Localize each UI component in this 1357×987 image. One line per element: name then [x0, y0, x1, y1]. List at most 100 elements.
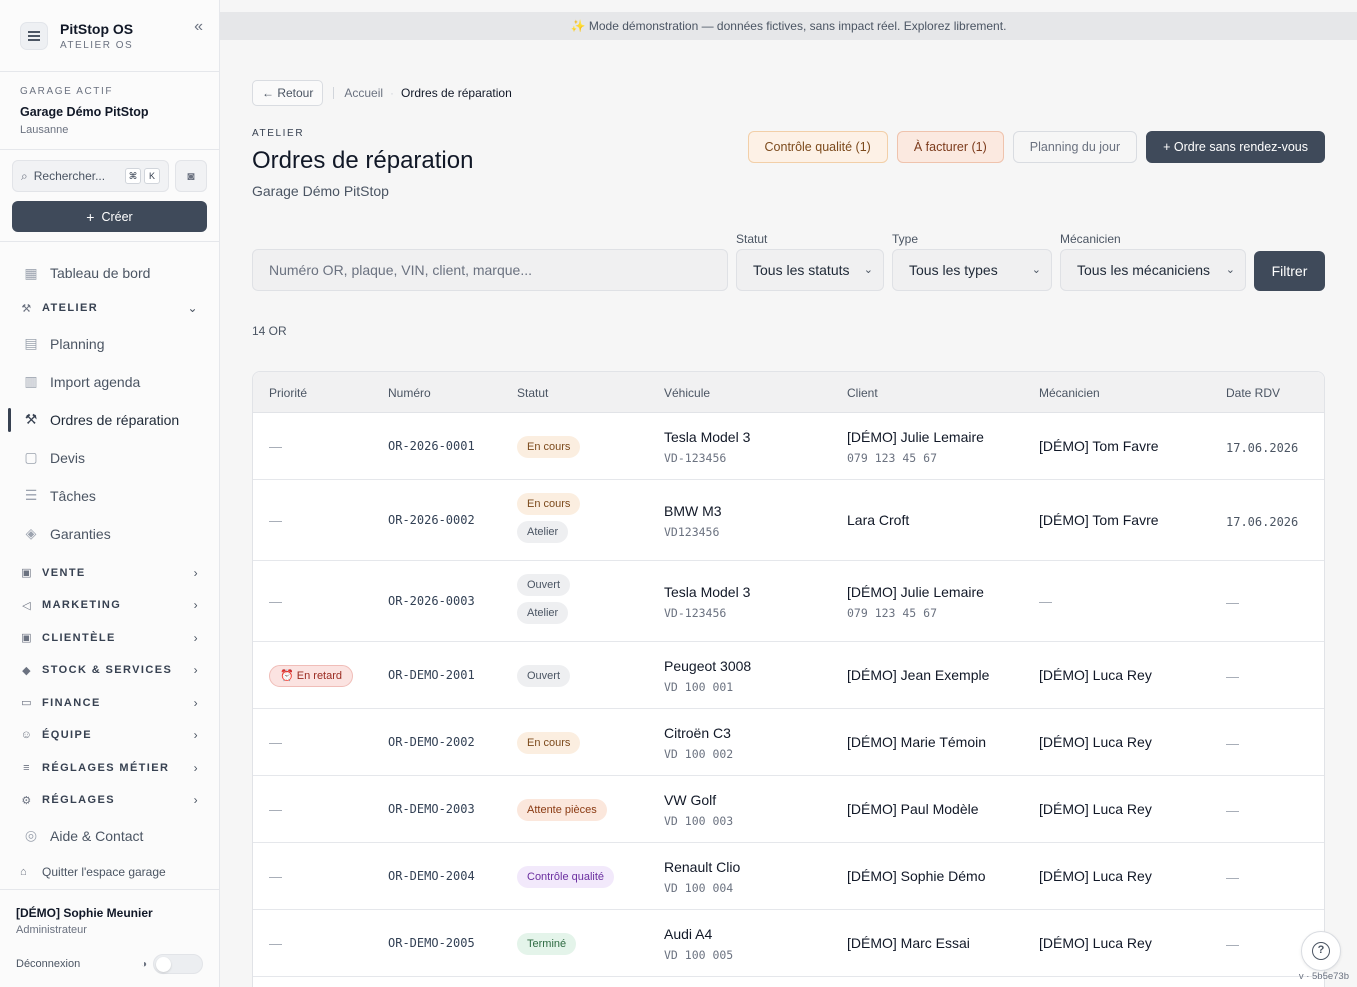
- column-header[interactable]: Véhicule: [664, 386, 710, 400]
- sidebar-item-import-agenda[interactable]: ▥ Import agenda: [0, 363, 219, 401]
- sidebar-item-label: Garanties: [50, 525, 111, 542]
- sidebar-section-reglages[interactable]: ⚙ RÉGLAGES ›: [0, 784, 219, 817]
- active-garage-label: GARAGE ACTIF: [20, 86, 114, 97]
- sidebar-item-help[interactable]: ◎ Aide & Contact: [0, 817, 219, 855]
- mechanic-filter-select[interactable]: Tous les mécaniciens ⌄: [1060, 249, 1246, 291]
- mechanic-name: —: [1039, 593, 1052, 609]
- order-number-link[interactable]: OR-2026-0002: [388, 513, 475, 527]
- quality-control-button[interactable]: Contrôle qualité (1): [747, 131, 888, 163]
- type-filter-select[interactable]: Tous les types ⌄: [892, 249, 1052, 291]
- sidebar-item-label: Ordres de réparation: [50, 411, 180, 428]
- column-header[interactable]: Client: [847, 386, 878, 400]
- status-badge: En cours: [517, 731, 581, 754]
- breadcrumb-home[interactable]: Accueil: [344, 86, 383, 100]
- order-number-link[interactable]: OR-DEMO-2003: [388, 802, 475, 816]
- create-button[interactable]: + Créer: [12, 201, 207, 232]
- banknote-icon: ▭: [21, 697, 33, 710]
- brand-name: PitStop OS: [60, 20, 134, 37]
- table-header: Priorité Numéro Statut Véhicule Client M…: [253, 372, 1324, 413]
- table-row[interactable]: — OR-DEMO-2002 En cours Citroën C3 VD 100 00…: [253, 709, 1324, 776]
- sidebar-section-vente[interactable]: ▣ VENTE ›: [0, 557, 219, 590]
- breadcrumb: ← Retour Accueil · Ordres de réparation: [252, 80, 512, 106]
- order-number-link[interactable]: OR-DEMO-2004: [388, 869, 475, 883]
- column-header[interactable]: Mécanicien: [1039, 386, 1100, 400]
- column-header[interactable]: Priorité: [269, 386, 307, 400]
- chevron-right-icon: ›: [193, 598, 199, 613]
- priority-empty: —: [269, 935, 282, 951]
- priority-label: En retard: [296, 669, 343, 682]
- sidebar-search-placeholder: Rechercher...: [33, 169, 106, 183]
- column-header[interactable]: Date RDV: [1226, 386, 1280, 400]
- appointment-date: —: [1226, 668, 1239, 684]
- order-search-input[interactable]: Numéro OR, plaque, VIN, client, marque..…: [252, 249, 728, 291]
- chevron-down-icon: ⌄: [187, 301, 199, 316]
- sidebar-section-marketing[interactable]: ◁ MARKETING ›: [0, 589, 219, 622]
- sidebar-section-stock[interactable]: ◆ STOCK & SERVICES ›: [0, 654, 219, 687]
- filter-button[interactable]: Filtrer: [1254, 251, 1325, 291]
- new-walkin-order-button[interactable]: + Ordre sans rendez-vous: [1146, 131, 1325, 163]
- sidebar-section-clientele[interactable]: ▣ CLIENTÈLE ›: [0, 622, 219, 655]
- vehicle-plate: VD-123456: [664, 605, 727, 620]
- client-name: [DÉMO] Sophie Démo: [847, 867, 986, 884]
- user-name: [DÉMO] Sophie Meunier: [16, 906, 153, 920]
- sidebar-item-planning[interactable]: ▤ Planning: [0, 325, 219, 363]
- appointment-date: 17.06.2026: [1226, 514, 1299, 529]
- day-planning-button[interactable]: Planning du jour: [1012, 131, 1138, 163]
- sidebar-nav: ▦ Tableau de bord ⚒ ATELIER ⌄ ▤ Planning ▥ Im…: [0, 242, 219, 889]
- brand-subtitle: ATELIER OS: [60, 39, 134, 51]
- sidebar-search[interactable]: ⌕ Rechercher... ⌘ K: [12, 160, 169, 192]
- mechanic-name: [DÉMO] Luca Rey: [1039, 800, 1152, 817]
- sidebar-section-atelier[interactable]: ⚒ ATELIER ⌄: [0, 292, 219, 325]
- sidebar-item-tasks[interactable]: ☰ Tâches: [0, 477, 219, 515]
- logout-link[interactable]: Déconnexion: [16, 958, 80, 970]
- back-button[interactable]: ← Retour: [252, 80, 324, 106]
- status-badge: Ouvert: [517, 573, 571, 596]
- order-number-link[interactable]: OR-DEMO-2001: [388, 668, 475, 682]
- sidebar-section-equipe[interactable]: ☺ ÉQUIPE ›: [0, 719, 219, 752]
- active-garage[interactable]: GARAGE ACTIF Garage Démo PitStop Lausann…: [0, 72, 219, 150]
- table-row[interactable]: — OR-2026-0003 Ouvert Atelier Tesla Model 3 V…: [253, 561, 1324, 642]
- vehicle-plate: VD 100 004: [664, 880, 734, 895]
- sidebar-section-label: CLIENTÈLE: [42, 631, 116, 644]
- sidebar-section-finance[interactable]: ▭ FINANCE ›: [0, 687, 219, 720]
- table-row[interactable]: — OR-DEMO-2004 Contrôle qualité Renault Cli…: [253, 843, 1324, 910]
- table-row[interactable]: — OR-2026-0002 En cours Atelier BMW M3 VD1234…: [253, 480, 1324, 561]
- sidebar-section-reglages-metier[interactable]: ≡ RÉGLAGES MÉTIER ›: [0, 752, 219, 785]
- sidebar-section-label: RÉGLAGES: [42, 794, 115, 807]
- help-button[interactable]: ?: [1301, 931, 1341, 971]
- column-header[interactable]: Numéro: [388, 386, 431, 400]
- client-name: [DÉMO] Marie Témoin: [847, 733, 986, 750]
- status-badge: Contrôle qualité: [517, 865, 615, 888]
- table-row[interactable]: ⏰ En retard OR-DEMO-2001 Ouvert Peugeot 300…: [253, 642, 1324, 709]
- sidebar-item-dashboard[interactable]: ▦ Tableau de bord: [0, 254, 219, 292]
- sidebar-item-warranties[interactable]: ◈ Garanties: [0, 515, 219, 553]
- theme-toggle[interactable]: [153, 954, 203, 974]
- table-row[interactable]: — OR-2026-0001 En cours Tesla Model 3 VD-123…: [253, 413, 1324, 480]
- to-invoice-button[interactable]: À facturer (1): [896, 131, 1004, 163]
- sidebar-section-label: RÉGLAGES MÉTIER: [42, 761, 170, 774]
- order-number-link[interactable]: OR-2026-0003: [388, 594, 475, 608]
- sidebar-item-quit[interactable]: ⌂ Quitter l'espace garage: [0, 855, 219, 889]
- sidebar-item-repair-orders[interactable]: ⚒ Ordres de réparation: [0, 401, 219, 439]
- appointment-date: 17.06.2026: [1226, 440, 1299, 455]
- table-row[interactable]: — OR-DEMO-2005 Terminé Audi A4 VD 100 005 [DÉ…: [253, 910, 1324, 977]
- order-number-link[interactable]: OR-2026-0001: [388, 439, 475, 453]
- status-badge: Ouvert: [517, 664, 571, 687]
- column-header[interactable]: Statut: [517, 386, 548, 400]
- question-icon: ?: [1312, 942, 1330, 960]
- appointment-date: —: [1226, 594, 1239, 610]
- table-row[interactable]: — OR-DEMO-2003 Attente pièces VW Golf VD 100…: [253, 776, 1324, 843]
- camera-button[interactable]: ◙: [175, 160, 207, 192]
- order-number-link[interactable]: OR-DEMO-2005: [388, 936, 475, 950]
- sidebar-item-quotes[interactable]: ▢ Devis: [0, 439, 219, 477]
- version-label: v · 5b5e73b: [1298, 971, 1349, 982]
- status-filter-select[interactable]: Tous les statuts ⌄: [736, 249, 884, 291]
- double-chevron-left-icon[interactable]: «: [194, 18, 203, 36]
- filters-bar: Numéro OR, plaque, VIN, client, marque..…: [252, 232, 1325, 292]
- chevron-down-icon: ⌄: [863, 264, 873, 276]
- menu-icon[interactable]: [20, 21, 48, 50]
- boxes-icon: ◆: [22, 664, 32, 677]
- sidebar-item-label: Devis: [50, 449, 86, 466]
- order-number-link[interactable]: OR-DEMO-2002: [388, 735, 475, 749]
- chevron-down-icon: ⌄: [1031, 264, 1041, 276]
